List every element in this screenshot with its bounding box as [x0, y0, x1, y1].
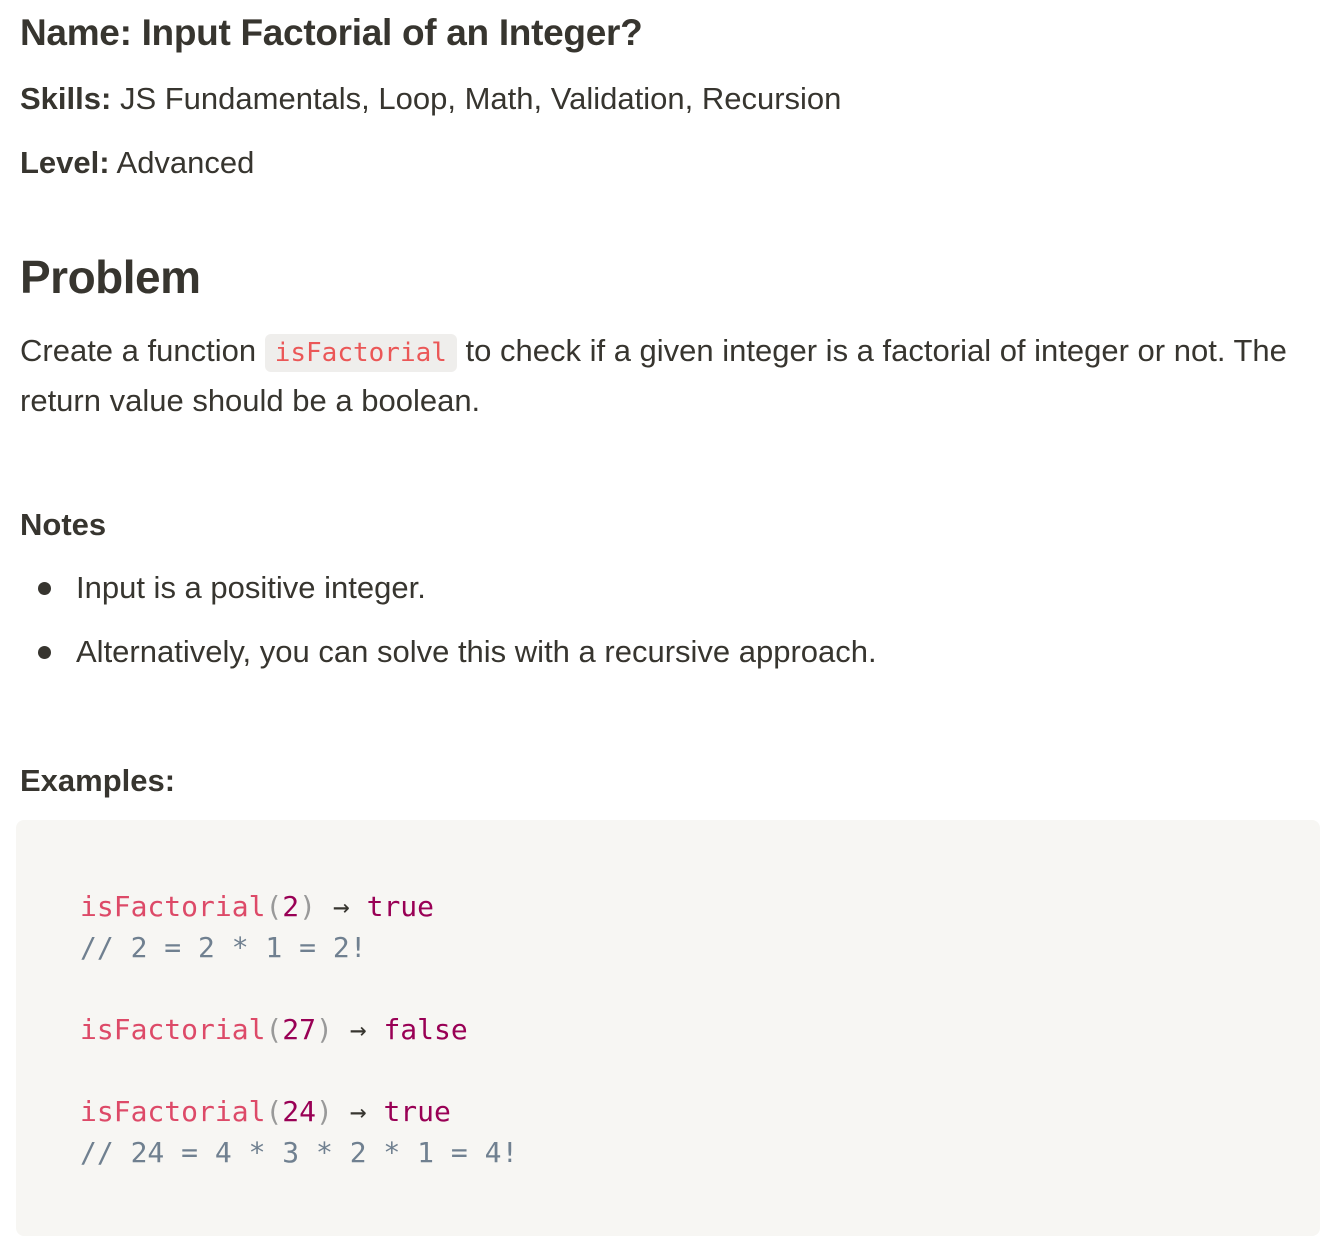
code-punctuation: )	[316, 1095, 333, 1128]
code-function: isFactorial	[80, 1095, 266, 1128]
examples-heading: Examples:	[20, 763, 176, 798]
code-result: true	[366, 890, 435, 923]
level-label: Level:	[20, 145, 110, 180]
code-line: isFactorial(27) → false	[80, 1009, 518, 1050]
code-function: isFactorial	[80, 1013, 266, 1046]
problem-description: Create a function isFactorial to check i…	[20, 327, 1320, 425]
code-number: 2	[282, 890, 300, 923]
problem-text-before: Create a function	[20, 333, 257, 368]
code-punctuation: (	[265, 1013, 283, 1046]
code-function: isFactorial	[80, 890, 266, 923]
skills-value: JS Fundamentals, Loop, Math, Validation,…	[119, 81, 842, 116]
list-item: Alternatively, you can solve this with a…	[20, 632, 877, 696]
code-number: 27	[282, 1013, 317, 1046]
bullet-icon	[38, 646, 51, 659]
inline-code-function-name: isFactorial	[264, 334, 457, 372]
note-text: Alternatively, you can solve this with a…	[76, 634, 877, 669]
code-line: isFactorial(2) → true	[80, 886, 518, 927]
level-value: Advanced	[116, 145, 255, 180]
arrow-icon: →	[349, 1013, 367, 1046]
level-line: Level: Advanced	[20, 143, 254, 183]
code-result: false	[383, 1013, 468, 1046]
code-line: isFactorial(24) → true	[80, 1091, 518, 1132]
skills-line: Skills: JS Fundamentals, Loop, Math, Val…	[20, 79, 841, 119]
skills-label: Skills:	[20, 81, 112, 116]
code-number: 24	[282, 1095, 317, 1128]
note-text: Input is a positive integer.	[76, 570, 426, 605]
code-comment: // 24 = 4 * 3 * 2 * 1 = 4!	[80, 1136, 519, 1169]
code-punctuation: )	[299, 890, 317, 923]
page-title: Name: Input Factorial of an Integer?	[20, 12, 643, 53]
notes-list: Input is a positive integer. Alternative…	[20, 568, 877, 696]
arrow-icon: →	[332, 890, 350, 923]
code-content: isFactorial(2) → true// 2 = 2 * 1 = 2! is…	[80, 886, 518, 1173]
code-block[interactable]: isFactorial(2) → true// 2 = 2 * 1 = 2! is…	[16, 820, 1320, 1236]
problem-heading: Problem	[20, 251, 201, 303]
code-punctuation: (	[265, 890, 283, 923]
code-comment: // 2 = 2 * 1 = 2!	[80, 931, 367, 964]
code-punctuation: (	[265, 1095, 283, 1128]
list-item: Input is a positive integer.	[20, 568, 877, 632]
code-result: true	[383, 1095, 451, 1128]
bullet-icon	[38, 582, 51, 595]
code-punctuation: )	[316, 1013, 333, 1046]
notes-heading: Notes	[20, 507, 107, 542]
arrow-icon: →	[349, 1095, 367, 1128]
